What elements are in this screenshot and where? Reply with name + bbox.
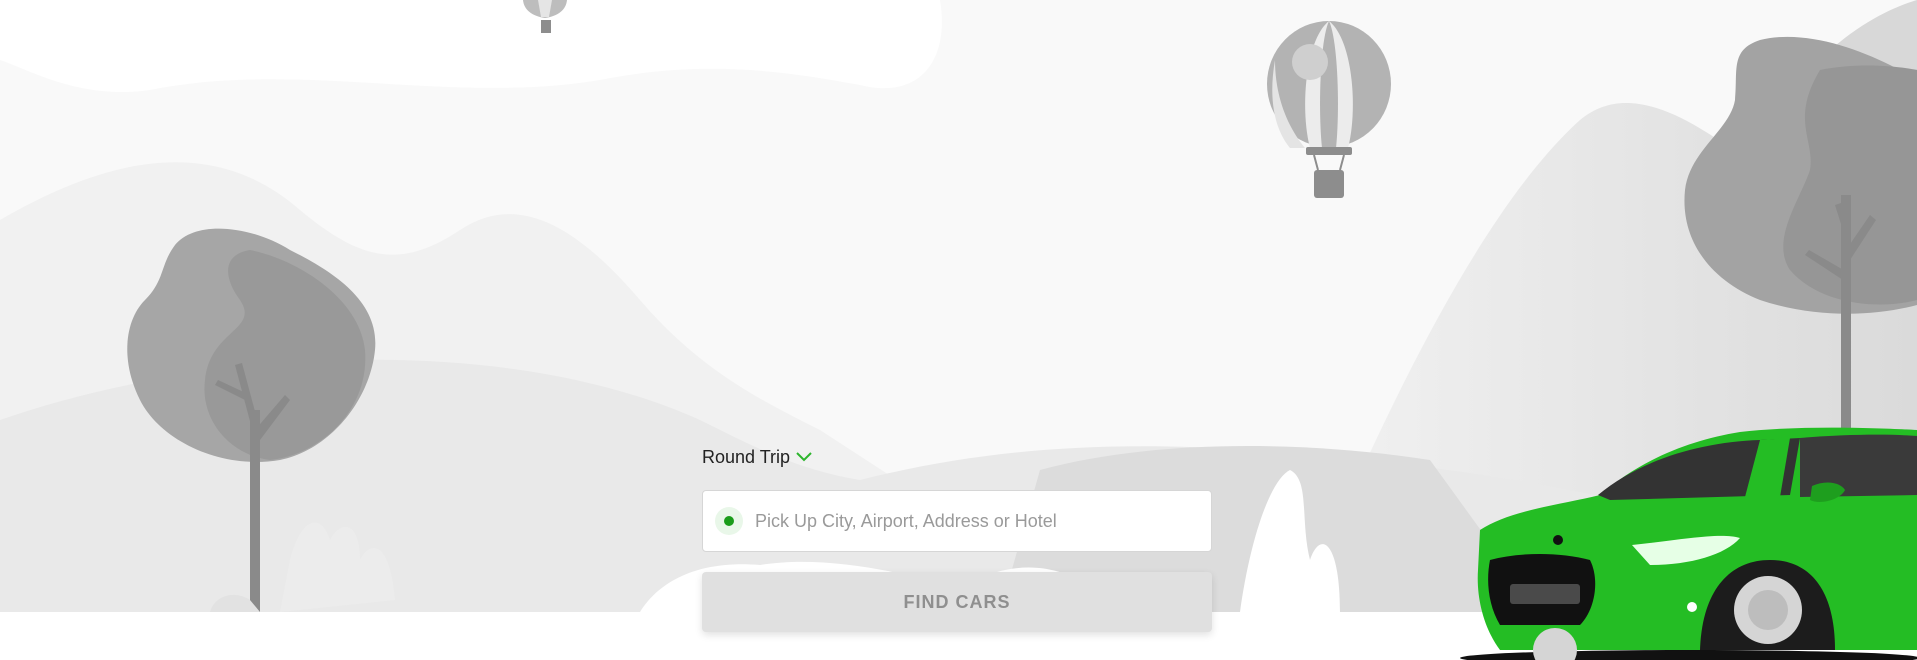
trip-type-select[interactable]: Round Trip <box>702 444 812 470</box>
search-form: Round Trip FIND CARS <box>702 444 1212 632</box>
location-dot-icon <box>715 507 743 535</box>
chevron-down-icon <box>796 452 812 462</box>
pickup-location-input[interactable] <box>753 509 1197 533</box>
find-cars-button[interactable]: FIND CARS <box>702 572 1212 632</box>
trip-type-label: Round Trip <box>702 446 791 467</box>
pickup-field[interactable] <box>702 490 1212 552</box>
